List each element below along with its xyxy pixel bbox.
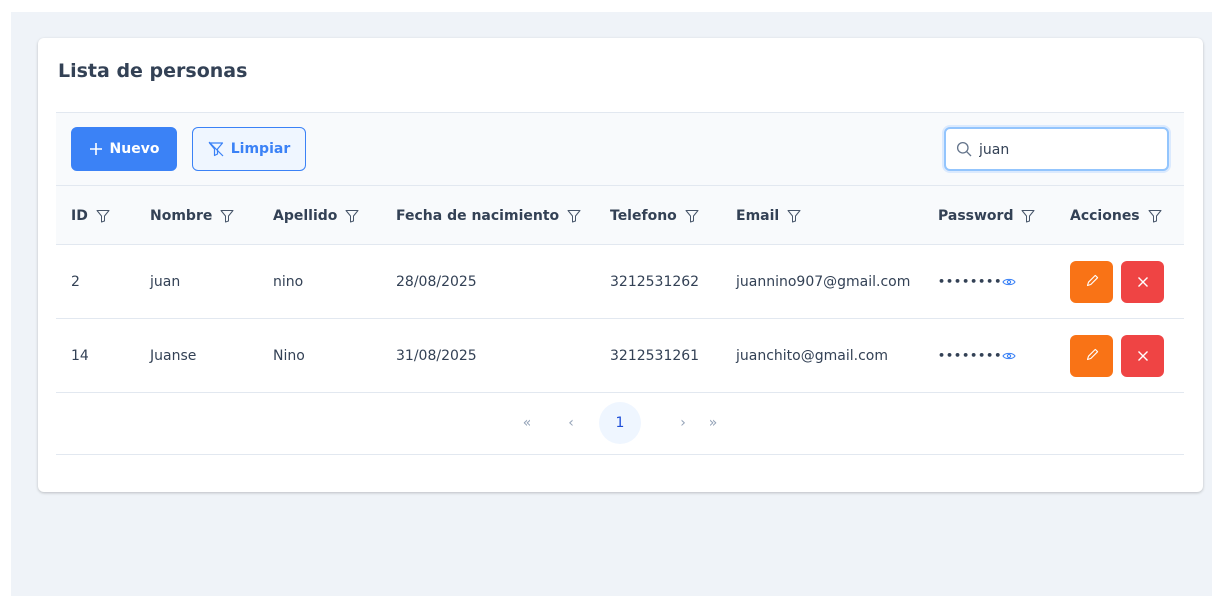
- column-header-telefono[interactable]: Telefono: [610, 186, 699, 245]
- cell-apellido: nino: [273, 273, 304, 290]
- search-box[interactable]: [944, 127, 1169, 171]
- cell-email: juannino907@gmail.com: [736, 273, 911, 290]
- column-header-fecha[interactable]: Fecha de nacimiento: [396, 186, 581, 245]
- times-icon: [1137, 273, 1149, 292]
- delete-button[interactable]: [1121, 261, 1164, 303]
- pencil-icon: [1085, 273, 1099, 292]
- filter-icon[interactable]: [787, 209, 801, 223]
- column-header-password[interactable]: Password: [938, 186, 1035, 245]
- search-icon: [956, 141, 972, 157]
- page-title: Lista de personas: [58, 60, 248, 82]
- column-header-acciones[interactable]: Acciones: [1070, 186, 1162, 245]
- pencil-icon: [1085, 347, 1099, 366]
- column-header-apellido[interactable]: Apellido: [273, 186, 359, 245]
- paginator: « ‹ 1 › »: [56, 393, 1184, 455]
- filter-icon[interactable]: [345, 209, 359, 223]
- cell-fecha: 31/08/2025: [396, 347, 477, 364]
- cell-nombre: Juanse: [150, 347, 197, 364]
- new-button[interactable]: Nuevo: [71, 127, 177, 171]
- cell-password: ••••••••: [938, 349, 1003, 362]
- column-header-email[interactable]: Email: [736, 186, 801, 245]
- eye-icon[interactable]: [1002, 276, 1016, 288]
- cell-telefono: 3212531262: [610, 273, 700, 290]
- cell-apellido: Nino: [273, 347, 305, 364]
- plus-icon: [89, 142, 103, 156]
- cell-nombre: juan: [150, 273, 181, 290]
- filter-icon[interactable]: [220, 209, 234, 223]
- prev-page-button[interactable]: ‹: [550, 402, 592, 444]
- filter-slash-icon: [208, 141, 224, 157]
- clear-filters-button[interactable]: Limpiar: [192, 127, 306, 171]
- filter-icon[interactable]: [1148, 209, 1162, 223]
- search-input[interactable]: [979, 138, 1159, 162]
- column-header-nombre[interactable]: Nombre: [150, 186, 234, 245]
- clear-filters-label: Limpiar: [230, 141, 291, 157]
- cell-id: 14: [71, 347, 89, 364]
- cell-email: juanchito@gmail.com: [736, 347, 888, 364]
- page-1-button[interactable]: 1: [599, 402, 641, 444]
- first-page-button[interactable]: «: [506, 402, 548, 444]
- cell-fecha: 28/08/2025: [396, 273, 477, 290]
- last-page-button[interactable]: »: [692, 402, 734, 444]
- column-header-id[interactable]: ID: [71, 186, 110, 245]
- toolbar: Nuevo Limpiar: [56, 112, 1184, 186]
- table-row: 14 Juanse Nino 31/08/2025 3212531261 jua…: [56, 319, 1184, 393]
- persons-card: Lista de personas Nuevo Limpiar ID Nombr…: [38, 38, 1203, 492]
- filter-icon[interactable]: [96, 209, 110, 223]
- filter-icon[interactable]: [1021, 209, 1035, 223]
- eye-icon[interactable]: [1002, 350, 1016, 362]
- new-button-label: Nuevo: [109, 141, 160, 157]
- table-row: 2 juan nino 28/08/2025 3212531262 juanni…: [56, 245, 1184, 319]
- filter-icon[interactable]: [567, 209, 581, 223]
- filter-icon[interactable]: [685, 209, 699, 223]
- times-icon: [1137, 347, 1149, 366]
- cell-id: 2: [71, 273, 80, 290]
- edit-button[interactable]: [1070, 335, 1113, 377]
- table-header: ID Nombre Apellido Fecha de nacimiento T…: [56, 186, 1184, 245]
- cell-password: ••••••••: [938, 275, 1003, 288]
- delete-button[interactable]: [1121, 335, 1164, 377]
- cell-telefono: 3212531261: [610, 347, 700, 364]
- edit-button[interactable]: [1070, 261, 1113, 303]
